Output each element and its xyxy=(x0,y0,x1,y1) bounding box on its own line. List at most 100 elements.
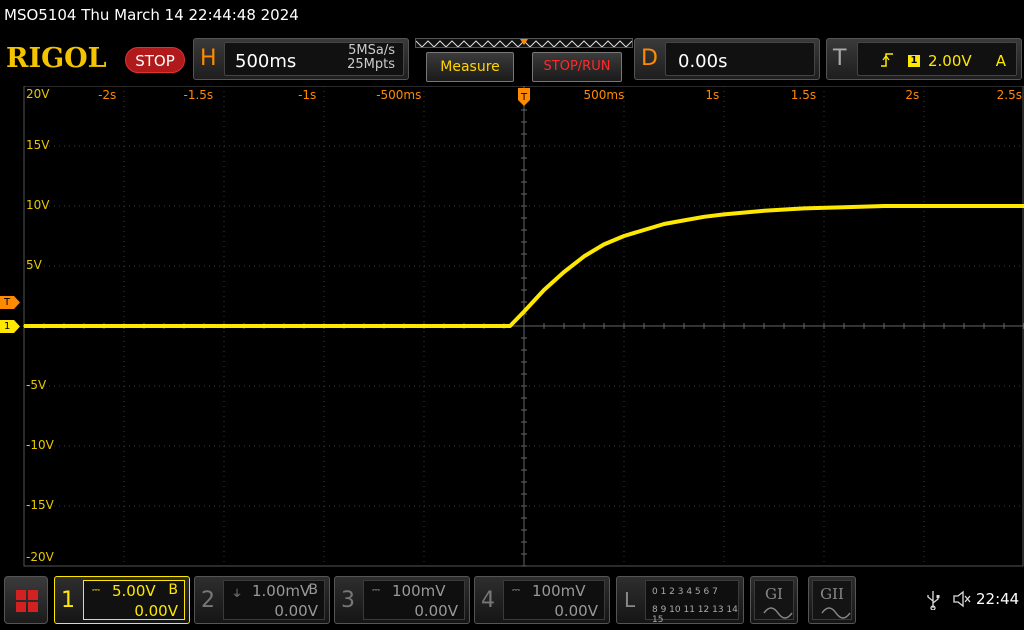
trigger-panel[interactable]: T 1 2.00V A xyxy=(826,38,1022,80)
x-axis-label: -1.5s xyxy=(183,88,214,102)
generator-2-button[interactable]: GII xyxy=(808,576,856,624)
channel-3-scale: 100mV xyxy=(392,582,446,600)
window-title-bar: MSO5104 Thu March 14 22:44:48 2024 xyxy=(0,0,1024,34)
horizontal-panel[interactable]: H 500ms 5MSa/s 25Mpts xyxy=(193,38,409,80)
waveform-point xyxy=(843,206,845,208)
timebase-value: 500ms xyxy=(235,51,297,72)
x-axis-label: -1s xyxy=(298,88,317,102)
delay-readout: 0.00s xyxy=(665,42,815,76)
y-axis-label: 10V xyxy=(26,198,50,212)
delay-panel[interactable]: D 0.00s xyxy=(634,38,820,80)
y-axis-label: 5V xyxy=(26,258,42,272)
usb-icon xyxy=(927,591,940,610)
speaker-muted-icon[interactable] xyxy=(952,590,972,608)
y-axis-label: 20V xyxy=(26,87,50,101)
dc-coupling-icon: ⎓ xyxy=(372,585,380,596)
x-axis-label: 2s xyxy=(905,88,920,102)
waveform-point xyxy=(543,289,545,291)
channel-3-readout: ⎓ 100mV 0.00V xyxy=(363,580,465,620)
channel-4-offset: 0.00V xyxy=(554,602,598,620)
trigger-position-label: T xyxy=(520,92,528,103)
waveform-point xyxy=(663,223,665,225)
channel-1-offset: 0.00V xyxy=(134,602,178,620)
top-status-bar: RIGOL STOP H 500ms 5MSa/s 25Mpts Measure… xyxy=(0,34,1024,86)
waveform-point xyxy=(883,205,885,207)
generator-1-button[interactable]: GI xyxy=(750,576,798,624)
trigger-readout: 1 2.00V A xyxy=(857,42,1017,76)
generator-2-label: GII xyxy=(820,585,844,603)
channel-3-box[interactable]: 3 ⎓ 100mV 0.00V xyxy=(334,576,470,624)
trigger-position-strip xyxy=(415,38,633,48)
x-axis-label: 1s xyxy=(705,88,720,102)
y-axis-label: -20V xyxy=(26,550,54,564)
main-menu-button[interactable] xyxy=(4,576,48,624)
stop-run-button[interactable]: STOP/RUN xyxy=(532,52,622,82)
x-axis-label: 2.5s xyxy=(996,88,1022,102)
x-axis-label: -2s xyxy=(98,88,117,102)
channel-4-readout: ⎓ 100mV 0.00V xyxy=(503,580,605,620)
channel-1-number: 1 xyxy=(61,588,75,613)
x-axis-label: 500ms xyxy=(583,88,625,102)
y-axis-label: -10V xyxy=(26,438,54,452)
measure-button[interactable]: Measure xyxy=(426,52,514,82)
scope-display[interactable]: T 20V 15V 10V 5V -5V -10V -15V -20V -2s -1.5s -1s… xyxy=(0,86,1024,568)
channel-2-scale: 1.00mV xyxy=(252,582,311,600)
waveform-point xyxy=(509,325,511,327)
brand-logo: RIGOL xyxy=(6,43,107,74)
horizontal-readout: 500ms 5MSa/s 25Mpts xyxy=(224,42,404,76)
channel-4-number: 4 xyxy=(481,588,495,613)
waveform-point xyxy=(23,325,25,327)
channel-2-box[interactable]: 2 ⏚ 1.00mV B 0.00V xyxy=(194,576,330,624)
trigger-letter: T xyxy=(833,46,847,71)
x-axis-label: -500ms xyxy=(376,88,422,102)
channel-3-offset: 0.00V xyxy=(414,602,458,620)
waveform-point xyxy=(643,229,645,231)
channel-1-scale: 5.00V xyxy=(112,582,156,600)
gnd-coupling-icon: ⏚ xyxy=(232,589,242,600)
channel-4-scale: 100mV xyxy=(532,582,586,600)
trigger-mode: A xyxy=(995,52,1006,70)
channel-3-number: 3 xyxy=(341,588,355,613)
dc-coupling-icon: ⎓ xyxy=(92,585,100,596)
generator-1-label: GI xyxy=(765,585,783,603)
channel-2-readout: ⏚ 1.00mV B 0.00V xyxy=(223,580,325,620)
delay-value: 0.00s xyxy=(678,51,728,72)
x-axis-label: 1.5s xyxy=(790,88,817,102)
waveform-point xyxy=(583,255,585,258)
waveform-point xyxy=(803,207,805,210)
bottom-channel-bar: 1 ⎓ 5.00V B 0.00V 2 ⏚ 1.00mV B 0.00V 3 ⎓… xyxy=(0,568,1024,630)
y-axis-label: -15V xyxy=(26,498,54,512)
sample-rate: 5MSa/s xyxy=(348,43,395,58)
channel-2-number: 2 xyxy=(201,588,215,613)
rising-edge-icon xyxy=(881,53,893,67)
logic-row-1: 0 1 2 3 4 5 6 7 xyxy=(652,587,718,597)
memory-depth: 25Mpts xyxy=(347,57,395,72)
channel-2-offset: 0.00V xyxy=(274,602,318,620)
waveform-point xyxy=(523,310,525,313)
channel-2-bw-limit: B xyxy=(308,582,318,598)
waveform-point xyxy=(563,271,565,273)
trigger-source-badge: 1 xyxy=(908,55,920,67)
sine-wave-icon xyxy=(821,607,851,619)
logic-channels: 0 1 2 3 4 5 6 7 8 9 10 11 12 13 14 15 xyxy=(645,580,739,625)
channel-1-box[interactable]: 1 ⎓ 5.00V B 0.00V xyxy=(54,576,190,624)
logic-label: L xyxy=(624,588,636,612)
menu-grid-icon xyxy=(16,590,38,612)
clock: 22:44 xyxy=(976,590,1020,608)
waveform-grid: T xyxy=(23,86,1024,567)
logic-row-2: 8 9 10 11 12 13 14 15 xyxy=(652,605,738,625)
channel-4-box[interactable]: 4 ⎓ 100mV 0.00V xyxy=(474,576,610,624)
waveform-point xyxy=(703,216,705,218)
waveform-point xyxy=(603,243,605,246)
waveform-point xyxy=(763,210,765,212)
dc-coupling-icon: ⎓ xyxy=(512,585,520,596)
sine-wave-icon xyxy=(763,607,793,619)
waveform-point xyxy=(683,219,685,222)
waveform-point xyxy=(623,235,625,237)
run-state-badge[interactable]: STOP xyxy=(125,47,185,73)
waveform-overview-icon xyxy=(416,39,632,47)
window-title: MSO5104 Thu March 14 22:44:48 2024 xyxy=(4,6,299,24)
channel-1-readout: ⎓ 5.00V B 0.00V xyxy=(83,580,185,620)
logic-analyzer-box[interactable]: L 0 1 2 3 4 5 6 7 8 9 10 11 12 13 14 15 xyxy=(616,576,744,625)
delay-letter: D xyxy=(641,46,658,71)
